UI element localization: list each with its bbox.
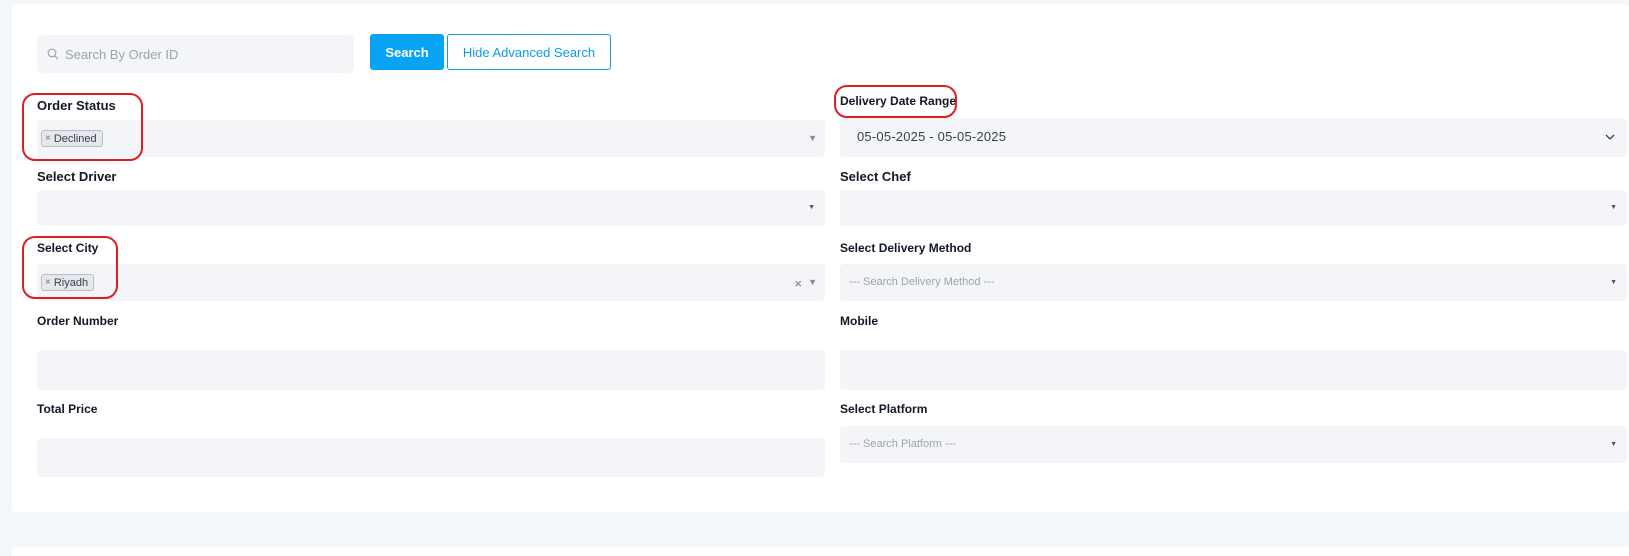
total-price-label: Total Price bbox=[37, 402, 98, 416]
chevron-down-icon[interactable]: ▼ bbox=[1610, 279, 1617, 286]
total-price-input[interactable] bbox=[37, 438, 825, 477]
chevron-down-icon[interactable]: ▼ bbox=[808, 277, 817, 287]
order-status-highlight bbox=[22, 93, 143, 161]
chevron-down-icon[interactable]: ▼ bbox=[1610, 204, 1617, 211]
platform-placeholder: --- Search Platform --- bbox=[849, 438, 956, 450]
select-city-select[interactable]: × Riyadh × ▼ bbox=[37, 264, 825, 301]
delivery-date-range-value: 05-05-2025 - 05-05-2025 bbox=[857, 129, 1007, 144]
chevron-down-icon[interactable]: ▼ bbox=[808, 204, 815, 211]
mobile-input[interactable] bbox=[840, 350, 1627, 390]
delivery-date-range-highlight bbox=[834, 85, 957, 118]
select-driver-dropdown[interactable]: ▼ bbox=[37, 190, 825, 226]
order-number-input[interactable] bbox=[37, 350, 825, 390]
select-chef-label: Select Chef bbox=[840, 169, 911, 184]
order-number-label: Order Number bbox=[37, 314, 119, 328]
select-city-highlight bbox=[22, 236, 118, 299]
search-button[interactable]: Search bbox=[370, 34, 444, 70]
delivery-date-range-field[interactable]: 05-05-2025 - 05-05-2025 bbox=[840, 118, 1627, 157]
delivery-method-placeholder: --- Search Delivery Method --- bbox=[849, 276, 995, 288]
chevron-down-icon[interactable]: ▼ bbox=[808, 133, 817, 143]
search-icon bbox=[47, 48, 59, 60]
select-delivery-method-dropdown[interactable]: --- Search Delivery Method --- ▼ bbox=[840, 264, 1627, 301]
order-id-search-input[interactable] bbox=[65, 46, 335, 62]
results-card bbox=[12, 547, 1629, 556]
order-id-search-box[interactable] bbox=[37, 35, 354, 73]
select-delivery-method-label: Select Delivery Method bbox=[840, 241, 972, 255]
select-platform-dropdown[interactable]: --- Search Platform --- ▼ bbox=[840, 426, 1627, 463]
mobile-label: Mobile bbox=[840, 314, 878, 328]
chevron-down-icon[interactable] bbox=[1605, 134, 1615, 141]
select-driver-label: Select Driver bbox=[37, 169, 117, 184]
chevron-down-icon[interactable]: ▼ bbox=[1610, 441, 1617, 448]
select-platform-label: Select Platform bbox=[840, 402, 928, 416]
select-chef-dropdown[interactable]: ▼ bbox=[840, 190, 1627, 226]
clear-selection-icon[interactable]: × bbox=[794, 276, 802, 291]
order-status-select[interactable]: × Declined ▼ bbox=[37, 120, 825, 157]
hide-advanced-search-button[interactable]: Hide Advanced Search bbox=[447, 34, 611, 70]
